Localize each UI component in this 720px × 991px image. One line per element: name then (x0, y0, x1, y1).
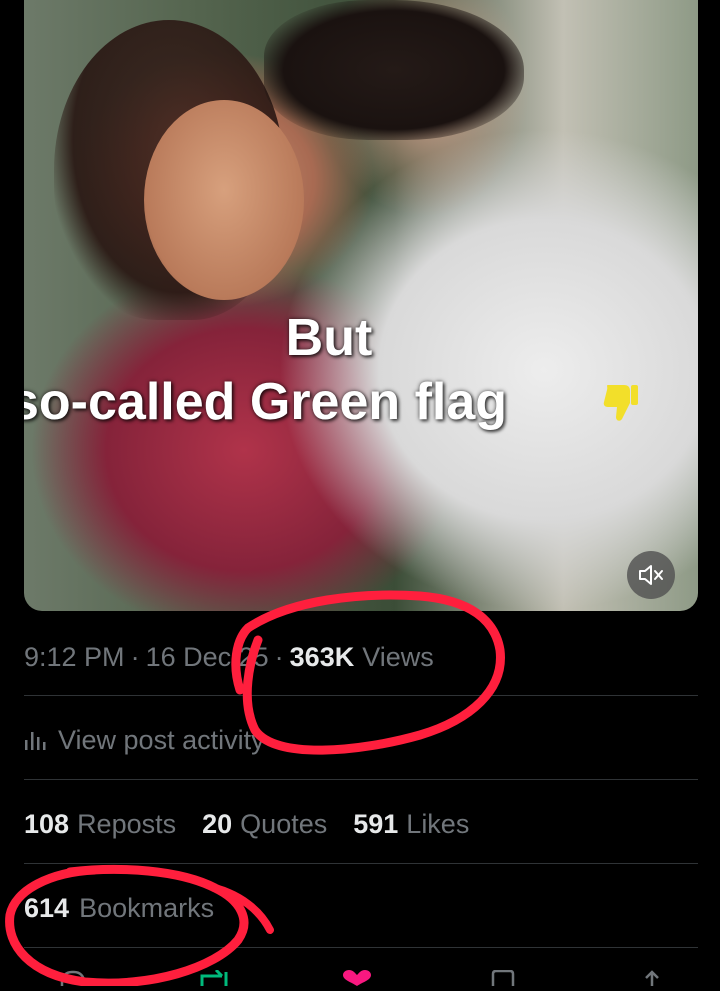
likes-count: 591 (353, 808, 399, 839)
views-count: 363K (289, 641, 355, 672)
divider (24, 863, 698, 864)
engagement-stats-row: 108 Reposts 20 Quotes 591 Likes (24, 807, 698, 841)
video-caption-line-1: But (285, 309, 373, 367)
mute-toggle-button[interactable] (627, 551, 675, 599)
divider (24, 947, 698, 948)
bookmarks-label: Bookmarks (79, 892, 215, 923)
like-icon[interactable] (340, 970, 374, 991)
post-video[interactable]: But so-called Green flag (24, 0, 698, 611)
video-caption-line-2: so-called Green flag (24, 373, 508, 431)
divider (24, 695, 698, 696)
likes-label: Likes (406, 808, 470, 839)
video-scene-face (144, 100, 304, 300)
thumbs-down-icon (599, 378, 645, 428)
view-post-activity-label: View post activity (58, 724, 265, 755)
quotes-count: 20 (202, 808, 233, 839)
meta-separator: · (274, 641, 284, 672)
share-icon[interactable] (640, 970, 664, 991)
view-post-activity-link[interactable]: View post activity (24, 723, 698, 757)
quotes-stat[interactable]: 20 Quotes (202, 809, 327, 840)
likes-stat[interactable]: 591 Likes (353, 809, 469, 840)
reposts-count: 108 (24, 808, 70, 839)
post-meta-row: 9:12 PM · 16 Dec 25 · 363K Views (24, 640, 698, 674)
bookmarks-stat[interactable]: 614 Bookmarks (24, 891, 698, 925)
reposts-stat[interactable]: 108 Reposts (24, 809, 176, 840)
speaker-muted-icon (639, 565, 663, 585)
post-time[interactable]: 9:12 PM (24, 642, 125, 673)
views-label: Views (362, 641, 434, 672)
divider (24, 779, 698, 780)
bookmarks-count: 614 (24, 892, 70, 923)
meta-separator: · (130, 641, 140, 672)
post-date[interactable]: 16 Dec 25 (146, 642, 269, 673)
bar-chart-icon (24, 730, 46, 750)
repost-icon[interactable] (198, 968, 232, 991)
quotes-label: Quotes (240, 808, 328, 839)
post-action-bar (0, 964, 720, 986)
video-scene-second-person (264, 0, 524, 140)
reply-icon[interactable] (58, 970, 86, 991)
reposts-label: Reposts (77, 808, 177, 839)
bookmark-icon[interactable] (490, 969, 516, 991)
